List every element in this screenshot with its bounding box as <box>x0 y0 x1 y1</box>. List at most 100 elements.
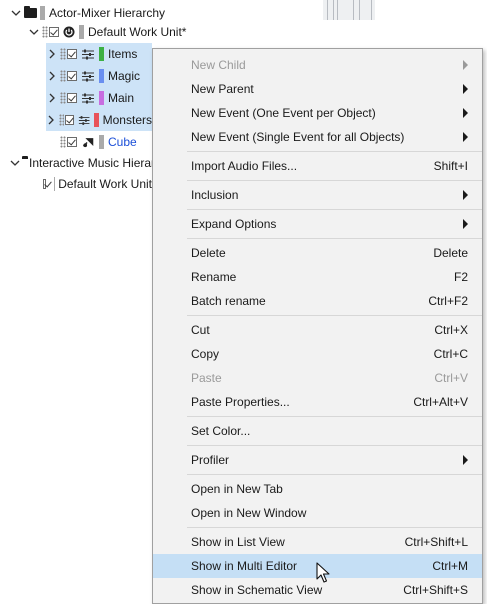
drag-handle-icon[interactable] <box>60 70 66 82</box>
menu-item-shortcut: Ctrl+Shift+S <box>403 583 468 597</box>
drag-handle-icon[interactable] <box>60 48 66 60</box>
actor-mixer-icon <box>82 49 94 59</box>
menu-item-label: New Event (One Event per Object) <box>191 106 376 120</box>
tree-label: Interactive Music Hierarchy <box>29 156 152 170</box>
menu-separator <box>187 209 482 210</box>
tree-label: Cube <box>108 135 137 149</box>
chevron-down-icon[interactable] <box>10 7 22 19</box>
menu-item-shortcut: Ctrl+M <box>432 559 468 573</box>
actor-mixer-icon <box>78 115 90 125</box>
menu-item-cut[interactable]: Cut Ctrl+X <box>153 318 482 342</box>
menu-item-label: New Parent <box>191 82 254 96</box>
color-tag <box>99 69 104 83</box>
submenu-arrow-icon <box>463 60 468 70</box>
menu-item-label: Show in List View <box>191 535 285 549</box>
menu-item-shortcut: Ctrl+C <box>433 347 468 361</box>
include-checkbox[interactable] <box>67 137 77 147</box>
tree-row-default-work-unit[interactable]: Default Work Unit* <box>28 21 186 43</box>
menu-item-new-parent[interactable]: New Parent <box>153 77 482 101</box>
menu-item-new-event-one[interactable]: New Event (One Event per Object) <box>153 101 482 125</box>
menu-separator <box>187 474 482 475</box>
include-checkbox[interactable] <box>67 93 77 103</box>
color-tag <box>94 113 99 127</box>
actor-mixer-icon <box>82 71 94 81</box>
drag-handle-icon[interactable] <box>60 136 66 148</box>
menu-item-label: Open in New Tab <box>191 482 283 496</box>
tree-label: Monsters <box>102 113 152 127</box>
menu-item-profiler[interactable]: Profiler <box>153 448 482 472</box>
menu-item-label: New Child <box>191 58 246 72</box>
menu-item-label: Paste Properties... <box>191 395 290 409</box>
menu-item-paste[interactable]: Paste Ctrl+V <box>153 366 482 390</box>
drag-handle-icon[interactable] <box>42 26 48 38</box>
color-tag <box>99 135 104 149</box>
menu-item-expand-options[interactable]: Expand Options <box>153 212 482 236</box>
include-checkbox[interactable] <box>49 27 59 37</box>
chevron-right-icon[interactable] <box>46 48 58 60</box>
menu-item-shortcut: F2 <box>453 270 468 284</box>
submenu-arrow-icon <box>463 219 468 229</box>
mouse-cursor-icon <box>316 562 330 583</box>
menu-separator <box>187 445 482 446</box>
menu-item-label: Set Color... <box>191 424 251 438</box>
tree-row-interactive-music[interactable]: Interactive Music Hierarchy <box>10 152 152 174</box>
chevron-down-icon[interactable] <box>28 26 40 38</box>
menu-item-shortcut: Shift+I <box>433 159 468 173</box>
drag-handle-icon[interactable] <box>58 114 64 126</box>
color-tag <box>79 25 84 39</box>
menu-item-label: Rename <box>191 270 237 284</box>
drag-handle-icon[interactable] <box>60 92 66 104</box>
menu-separator <box>187 416 482 417</box>
menu-item-rename[interactable]: Rename F2 <box>153 265 482 289</box>
menu-item-label: Copy <box>191 347 220 361</box>
actor-mixer-icon <box>82 93 94 103</box>
menu-item-set-color[interactable]: Set Color... <box>153 419 482 443</box>
tree-row-main[interactable]: Main <box>46 87 152 109</box>
menu-item-inclusion[interactable]: Inclusion <box>153 183 482 207</box>
menu-item-label: Show in Multi Editor <box>191 559 298 573</box>
menu-item-label: New Event (Single Event for all Objects) <box>191 130 405 144</box>
submenu-arrow-icon <box>463 455 468 465</box>
tree-row-music-work-unit[interactable]: Default Work Unit <box>42 173 152 195</box>
include-checkbox[interactable] <box>43 179 46 189</box>
menu-item-shortcut: Ctrl+Shift+L <box>404 535 468 549</box>
column-grid <box>323 0 375 20</box>
menu-item-new-event-single[interactable]: New Event (Single Event for all Objects) <box>153 125 482 149</box>
menu-item-label: Inclusion <box>191 188 239 202</box>
menu-item-open-new-window[interactable]: Open in New Window <box>153 501 482 525</box>
include-checkbox[interactable] <box>67 71 77 81</box>
menu-item-copy[interactable]: Copy Ctrl+C <box>153 342 482 366</box>
menu-item-label: Expand Options <box>191 217 277 231</box>
tree-row-items[interactable]: Items <box>46 43 152 65</box>
tree-row-cube[interactable]: Cube <box>60 131 152 153</box>
menu-item-new-child[interactable]: New Child <box>153 53 482 77</box>
chevron-right-icon[interactable] <box>46 70 58 82</box>
menu-item-label: Delete <box>191 246 226 260</box>
menu-item-batch-rename[interactable]: Batch rename Ctrl+F2 <box>153 289 482 313</box>
chevron-right-icon[interactable] <box>46 92 58 104</box>
tree-row-magic[interactable]: Magic <box>46 65 152 87</box>
menu-item-shortcut: Delete <box>433 246 468 260</box>
submenu-arrow-icon <box>463 132 468 142</box>
include-checkbox[interactable] <box>64 115 74 125</box>
color-tag <box>40 6 45 20</box>
menu-item-open-new-tab[interactable]: Open in New Tab <box>153 477 482 501</box>
submenu-arrow-icon <box>463 190 468 200</box>
work-unit-icon <box>63 26 75 38</box>
event-icon <box>82 137 94 147</box>
tree-label: Default Work Unit* <box>88 25 187 39</box>
chevron-down-icon[interactable] <box>10 157 20 169</box>
color-tag <box>99 47 104 61</box>
submenu-arrow-icon <box>463 84 468 94</box>
tree-row-monsters[interactable]: Monsters <box>46 109 152 131</box>
menu-item-delete[interactable]: Delete Delete <box>153 241 482 265</box>
chevron-right-icon[interactable] <box>46 114 57 126</box>
menu-item-import-audio[interactable]: Import Audio Files... Shift+I <box>153 154 482 178</box>
menu-item-show-list-view[interactable]: Show in List View Ctrl+Shift+L <box>153 530 482 554</box>
menu-item-label: Cut <box>191 323 210 337</box>
menu-item-label: Import Audio Files... <box>191 159 298 173</box>
menu-separator <box>187 180 482 181</box>
include-checkbox[interactable] <box>67 49 77 59</box>
context-menu: New Child New Parent New Event (One Even… <box>152 48 483 604</box>
menu-item-paste-properties[interactable]: Paste Properties... Ctrl+Alt+V <box>153 390 482 414</box>
